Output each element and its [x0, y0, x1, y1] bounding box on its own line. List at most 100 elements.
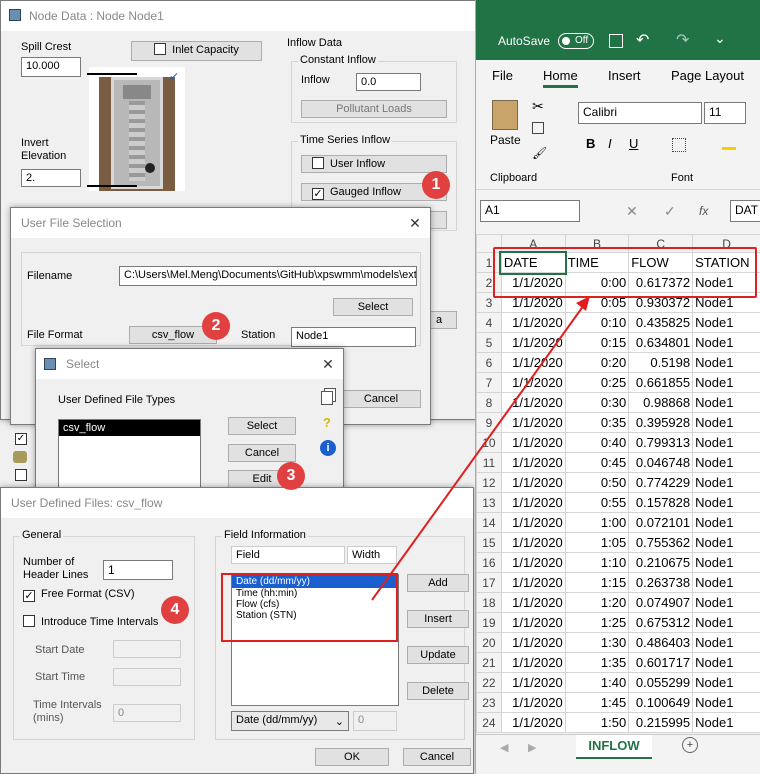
row-header[interactable]: 4 — [476, 312, 502, 333]
ok-button[interactable]: OK — [315, 748, 389, 766]
redo-icon[interactable]: ↷ — [676, 30, 689, 50]
cancel-edit-icon[interactable]: ✕ — [626, 203, 638, 220]
cell[interactable]: 0.435825 — [628, 312, 694, 333]
row-header[interactable]: 15 — [476, 532, 502, 553]
cell[interactable]: 0:50 — [564, 472, 630, 493]
format-painter-icon[interactable]: 🖌 — [532, 146, 547, 160]
paste-label[interactable]: Paste — [490, 133, 521, 147]
tab-file[interactable]: File — [492, 68, 513, 83]
confirm-edit-icon[interactable]: ✓ — [664, 203, 676, 220]
cell[interactable]: 0.055299 — [628, 672, 694, 693]
table-row[interactable]: 8 1/1/2020 0:30 0.98868 Node1 — [476, 392, 760, 413]
table-row[interactable]: 19 1/1/2020 1:25 0.675312 Node1 — [476, 612, 760, 633]
row-header[interactable]: 10 — [476, 432, 502, 453]
cell[interactable]: 0:10 — [564, 312, 630, 333]
cell[interactable]: Node1 — [692, 712, 760, 733]
cell[interactable]: 1/1/2020 — [500, 652, 566, 673]
cell[interactable]: 1:05 — [564, 532, 630, 553]
col-width-header[interactable]: Width — [347, 546, 397, 564]
cell[interactable]: 1:50 — [564, 712, 630, 733]
borders-icon[interactable] — [672, 138, 686, 152]
types-list[interactable]: csv_flow — [58, 419, 201, 494]
cell[interactable]: 0.157828 — [628, 492, 694, 513]
cell[interactable]: 1/1/2020 — [500, 332, 566, 353]
save-icon[interactable] — [609, 34, 623, 48]
info-icon[interactable]: i — [320, 440, 336, 456]
cell[interactable]: 0:45 — [564, 452, 630, 473]
sheet-grid[interactable]: A B C D 1 DATE TIME FLOW STATION 2 1/1/2020 0:0… — [476, 234, 760, 733]
delete-button[interactable]: Delete — [407, 682, 469, 700]
row-header[interactable]: 19 — [476, 612, 502, 633]
row-header[interactable]: 24 — [476, 712, 502, 733]
cell[interactable]: 0:40 — [564, 432, 630, 453]
cell[interactable]: 0.074907 — [628, 592, 694, 613]
cell[interactable]: 0.046748 — [628, 452, 694, 473]
tree-checkbox[interactable]: ✓ — [15, 433, 27, 445]
cell[interactable]: Node1 — [692, 672, 760, 693]
header-lines-input[interactable]: 1 — [103, 560, 173, 580]
copy-icon[interactable] — [321, 391, 333, 405]
formula-bar[interactable]: DAT — [730, 200, 760, 222]
filename-input[interactable]: C:\Users\Mel.Meng\Documents\GitHub\xpswm… — [119, 266, 417, 286]
cell[interactable]: 1/1/2020 — [500, 492, 566, 513]
table-row[interactable]: 9 1/1/2020 0:35 0.395928 Node1 — [476, 412, 760, 433]
cell[interactable]: 0:15 — [564, 332, 630, 353]
file-select-button[interactable]: Select — [333, 298, 413, 316]
cell[interactable]: 1/1/2020 — [500, 472, 566, 493]
cell[interactable]: 1:30 — [564, 632, 630, 653]
cell[interactable]: Node1 — [692, 632, 760, 653]
cell[interactable]: Node1 — [692, 372, 760, 393]
row-header[interactable]: 21 — [476, 652, 502, 673]
row-header[interactable]: 9 — [476, 412, 502, 433]
cell[interactable]: Node1 — [692, 352, 760, 373]
cell[interactable]: Node1 — [692, 532, 760, 553]
font-size-select[interactable]: 11 — [704, 102, 746, 124]
cell[interactable]: 1/1/2020 — [500, 572, 566, 593]
cell[interactable]: 1/1/2020 — [500, 592, 566, 613]
table-row[interactable]: 24 1/1/2020 1:50 0.215995 Node1 — [476, 712, 760, 733]
next-sheet-icon[interactable]: ▶ — [528, 741, 536, 754]
cell[interactable]: 1/1/2020 — [500, 712, 566, 733]
undo-icon[interactable]: ↶ — [636, 30, 649, 50]
row-header[interactable]: 7 — [476, 372, 502, 393]
free-format-row[interactable]: ✓ Free Format (CSV) — [23, 588, 135, 602]
table-row[interactable]: 6 1/1/2020 0:20 0.5198 Node1 — [476, 352, 760, 373]
table-row[interactable]: 11 1/1/2020 0:45 0.046748 Node1 — [476, 452, 760, 473]
cell[interactable]: 1/1/2020 — [500, 692, 566, 713]
table-row[interactable]: 18 1/1/2020 1:20 0.074907 Node1 — [476, 592, 760, 613]
table-row[interactable]: 10 1/1/2020 0:40 0.799313 Node1 — [476, 432, 760, 453]
cell[interactable]: Node1 — [692, 652, 760, 673]
cell[interactable]: 0:30 — [564, 392, 630, 413]
cell[interactable]: Node1 — [692, 432, 760, 453]
cell[interactable]: 0:25 — [564, 372, 630, 393]
cell[interactable]: 1:00 — [564, 512, 630, 533]
italic-button[interactable]: I — [608, 136, 612, 151]
cell[interactable]: 1:40 — [564, 672, 630, 693]
spill-crest-input[interactable]: 10.000 — [21, 57, 81, 77]
cell[interactable]: 0.98868 — [628, 392, 694, 413]
autosave-toggle[interactable]: Off — [558, 33, 594, 49]
cell[interactable]: 1/1/2020 — [500, 512, 566, 533]
font-name-select[interactable]: Calibri — [578, 102, 702, 124]
cell[interactable]: 0.072101 — [628, 512, 694, 533]
cell[interactable]: 0.661855 — [628, 372, 694, 393]
tab-home[interactable]: Home — [543, 68, 578, 88]
select-button[interactable]: Select — [228, 417, 296, 435]
cell[interactable]: Node1 — [692, 332, 760, 353]
row-header[interactable]: 16 — [476, 552, 502, 573]
cell[interactable]: 0.100649 — [628, 692, 694, 713]
table-row[interactable]: 17 1/1/2020 1:15 0.263738 Node1 — [476, 572, 760, 593]
cell[interactable]: Node1 — [692, 552, 760, 573]
cell[interactable]: Node1 — [692, 572, 760, 593]
cell[interactable]: 1/1/2020 — [500, 672, 566, 693]
cell[interactable]: 1/1/2020 — [500, 432, 566, 453]
tree-checkbox-2[interactable] — [15, 469, 27, 481]
cell[interactable]: 0.675312 — [628, 612, 694, 633]
inflow-input[interactable]: 0.0 — [356, 73, 421, 91]
cell[interactable]: 0.755362 — [628, 532, 694, 553]
row-header[interactable]: 14 — [476, 512, 502, 533]
table-row[interactable]: 4 1/1/2020 0:10 0.435825 Node1 — [476, 312, 760, 333]
help-icon[interactable]: ? — [323, 415, 331, 430]
fill-color-icon[interactable] — [722, 136, 736, 150]
copy-icon[interactable] — [532, 122, 544, 134]
